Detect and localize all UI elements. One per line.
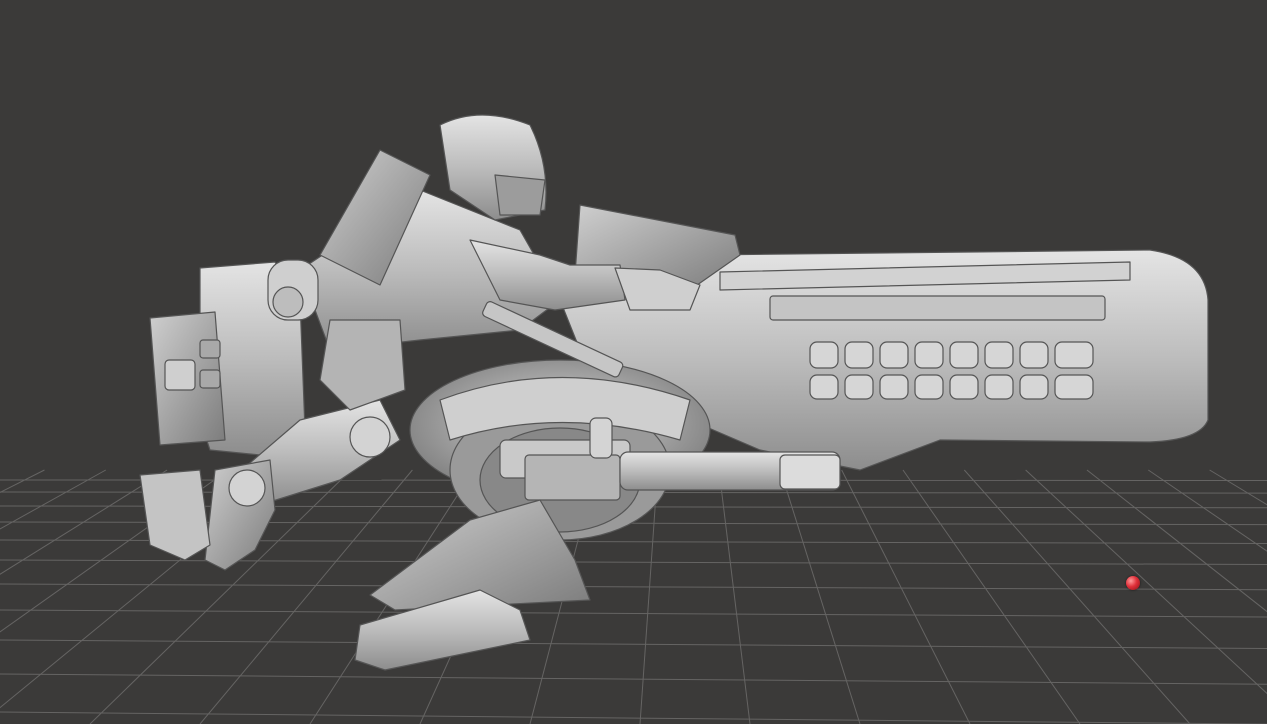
rider-abdomen — [319, 319, 406, 411]
scene-canvas — [0, 114, 1267, 724]
rear-exhaust-cap — [164, 359, 196, 391]
cowling-vent-strip — [769, 295, 1106, 321]
3d-viewport[interactable] — [0, 0, 1267, 724]
red-sphere-icon[interactable] — [1126, 576, 1140, 590]
rider-boot — [139, 469, 211, 561]
rider-visor — [494, 174, 546, 216]
